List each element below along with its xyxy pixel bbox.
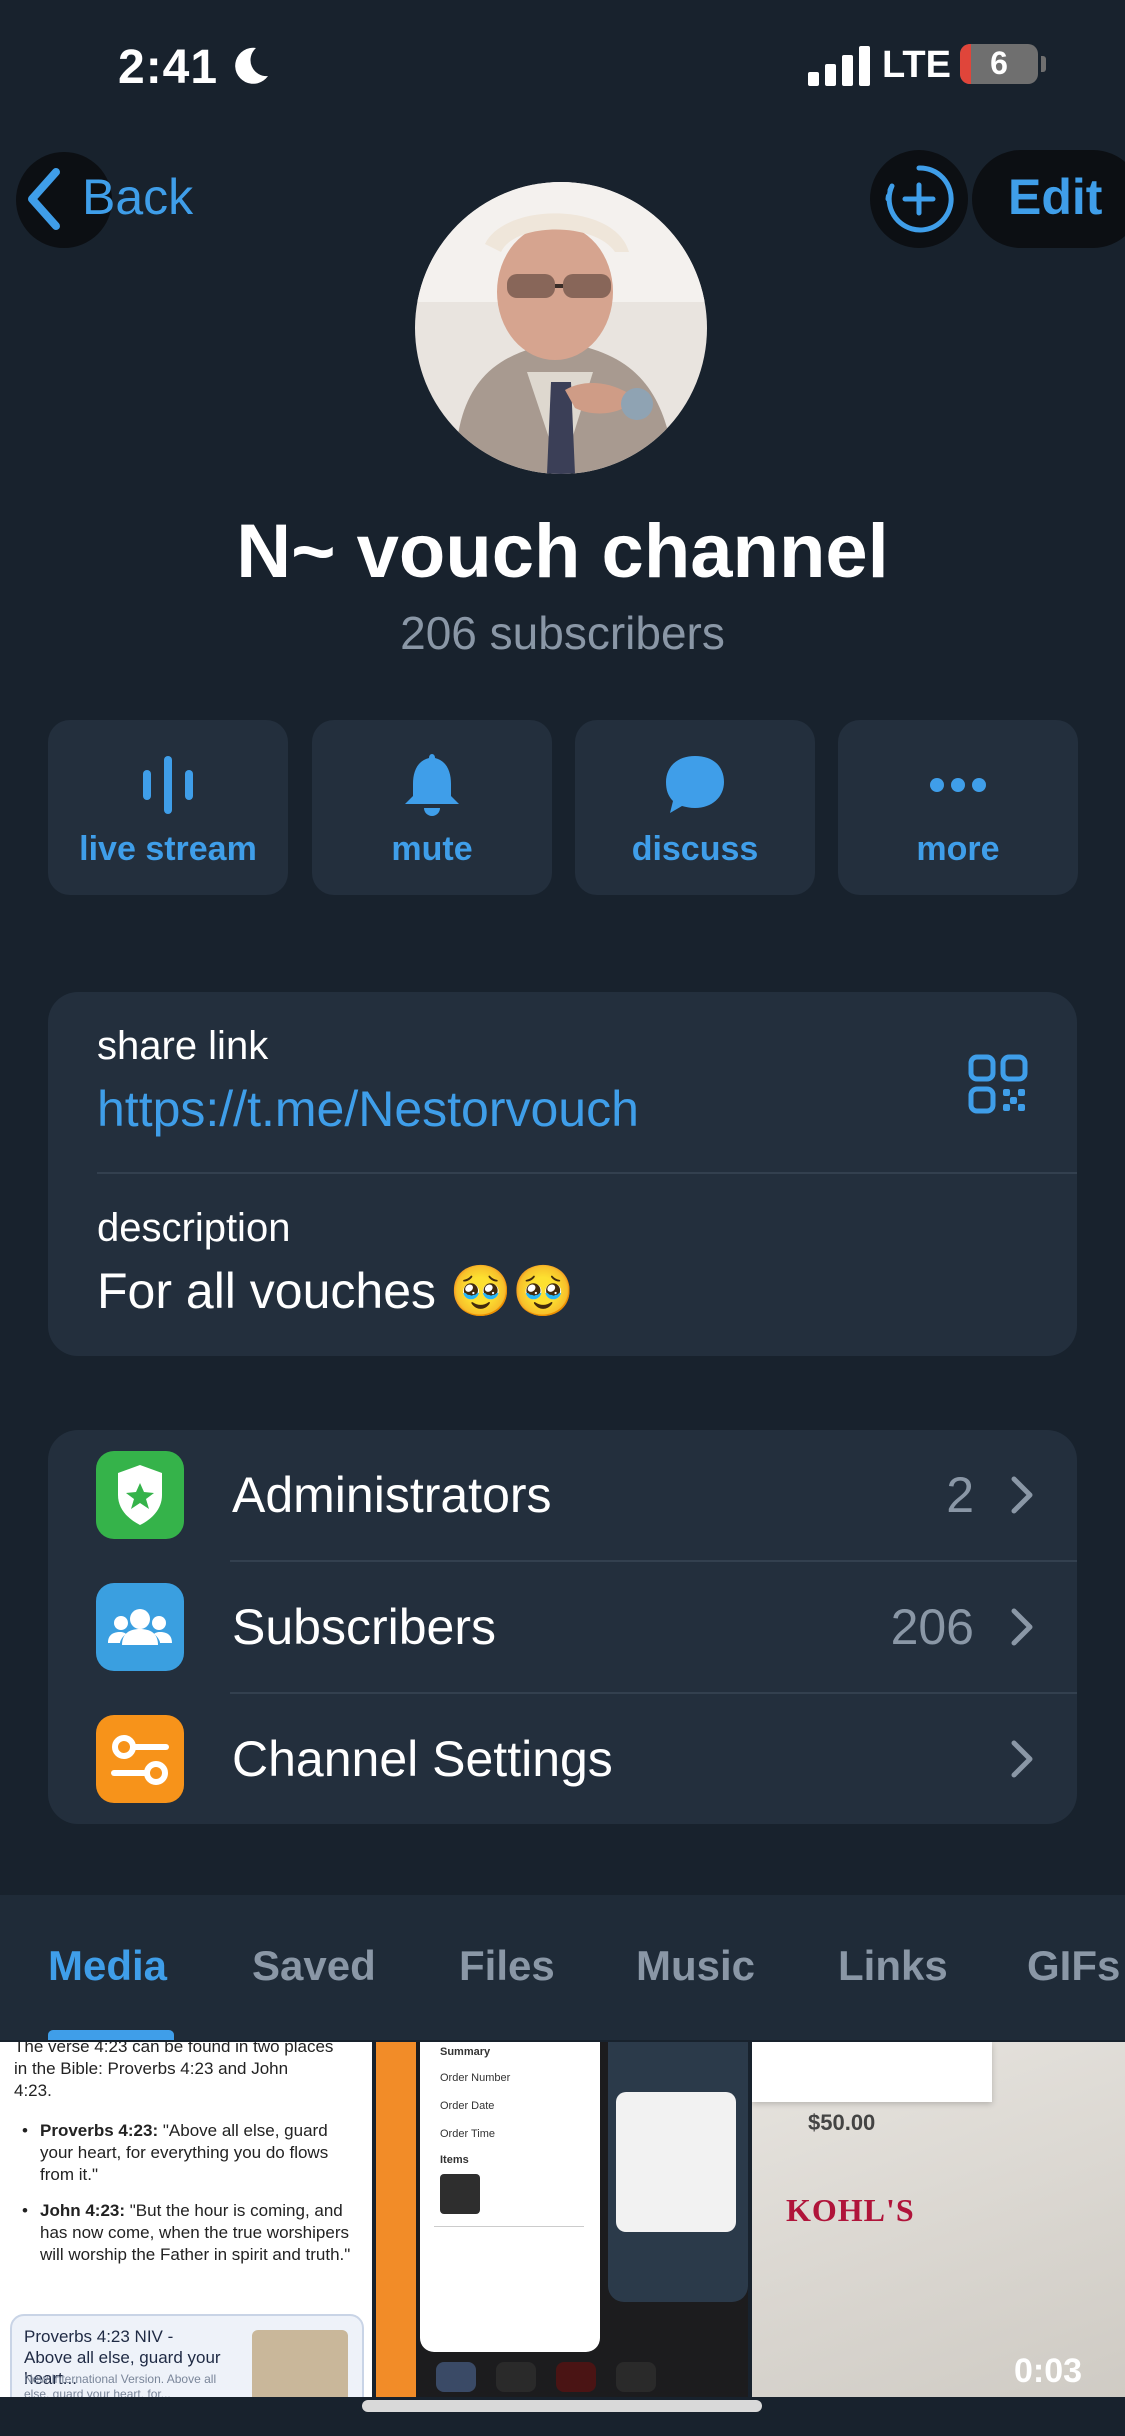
channel-avatar[interactable] (415, 182, 707, 474)
media-text-line: The verse 4:23 can be found in two place… (14, 2042, 334, 2056)
live-stream-button[interactable]: live stream (48, 720, 288, 895)
media-tile-video[interactable]: $50.00 KOHL'S 0:03 (752, 2042, 1125, 2397)
mute-button[interactable]: mute (312, 720, 552, 895)
bullet-title: Proverbs 4:23: (40, 2121, 159, 2140)
gift-card-brand: KOHL'S (786, 2192, 915, 2228)
network-type: LTE (882, 44, 951, 86)
link-card-text: New International Version. Above all els… (24, 2372, 217, 2397)
bullet-title: John 4:23: (40, 2201, 126, 2220)
circle-plus-icon (885, 165, 954, 233)
avatar-photo (415, 182, 707, 474)
battery-nub (1041, 56, 1046, 72)
subscriber-count: 206 subscribers (400, 607, 725, 659)
media-tile-screenshot[interactable]: The verse 4:23 can be found in two place… (0, 2042, 372, 2397)
info-card: share link https://t.me/Nestorvouch desc… (48, 992, 1077, 1356)
share-link-label: share link (97, 1024, 269, 1068)
order-summary: Summary (440, 2046, 491, 2058)
tab-saved[interactable]: Saved (252, 1942, 376, 1990)
media-tabs-bar (0, 1895, 1125, 2040)
chevron-right-icon (1011, 1608, 1033, 1646)
administrators-label: Administrators (232, 1467, 552, 1523)
subscribers-label: Subscribers (232, 1599, 496, 1655)
add-story-button[interactable] (870, 150, 968, 248)
ellipsis-icon (930, 778, 986, 792)
description-label: description (97, 1206, 291, 1250)
administrators-icon-tile (96, 1451, 184, 1539)
status-time: 2:41 (118, 41, 219, 94)
video-duration: 0:03 (1014, 2352, 1083, 2390)
live-stream-label: live stream (79, 830, 257, 868)
order-time: Order Time (440, 2128, 496, 2140)
manage-card: Administrators 2 Subscribers 206 Channel… (48, 1430, 1077, 1824)
cellular-signal-icon (808, 46, 870, 86)
tab-gifs[interactable]: GIFs (1027, 1942, 1120, 1990)
order-date: Order Date (440, 2100, 495, 2112)
chevron-left-icon (28, 168, 60, 230)
media-tile-app-switcher[interactable]: Summary Order Number Order Date Order Ti… (376, 2042, 748, 2397)
order-items: Items (440, 2154, 469, 2166)
subscribers-icon-tile (96, 1583, 184, 1671)
people-icon (108, 1609, 172, 1645)
order-number: Order Number (440, 2072, 511, 2084)
channel-settings-icon-tile (96, 1715, 184, 1803)
back-label[interactable]: Back (82, 168, 193, 226)
channel-settings-label: Channel Settings (232, 1731, 613, 1787)
subscribers-count: 206 (890, 1599, 974, 1655)
chevron-right-icon (1011, 1740, 1033, 1778)
gift-card-price: $50.00 (808, 2110, 876, 2135)
description-text: For all vouches 🥹🥹 (97, 1263, 575, 1319)
home-indicator (362, 2400, 762, 2412)
moon-icon (235, 47, 268, 84)
tab-music[interactable]: Music (636, 1942, 755, 1990)
discuss-label: discuss (631, 830, 759, 868)
tab-media[interactable]: Media (48, 1942, 167, 1990)
chat-bubble-icon (666, 756, 724, 813)
tab-links[interactable]: Links (838, 1942, 948, 1990)
share-link[interactable]: https://t.me/Nestorvouch (97, 1080, 639, 1138)
battery-icon: 6 (960, 44, 1038, 84)
sliders-icon (111, 1735, 169, 1785)
active-tab-indicator (48, 2030, 174, 2040)
chevron-right-icon (1011, 1476, 1033, 1514)
edit-label[interactable]: Edit (1008, 168, 1102, 226)
channel-title: N~ vouch channel (236, 509, 889, 594)
tab-files[interactable]: Files (459, 1942, 555, 1990)
shield-star-icon (118, 1465, 162, 1525)
qr-code-icon[interactable] (968, 1054, 1028, 1114)
live-stream-icon (143, 756, 193, 814)
media-text-line: 4:23. (14, 2081, 52, 2100)
bell-icon (405, 754, 459, 816)
media-text-line: in the Bible: Proverbs 4:23 and John (14, 2059, 289, 2078)
more-label: more (916, 830, 1000, 868)
info-divider (97, 1172, 1077, 1174)
mute-label: mute (391, 830, 473, 868)
more-button[interactable]: more (838, 720, 1078, 895)
battery-level: 6 (990, 45, 1008, 81)
administrators-count: 2 (946, 1467, 974, 1523)
discuss-button[interactable]: discuss (575, 720, 815, 895)
